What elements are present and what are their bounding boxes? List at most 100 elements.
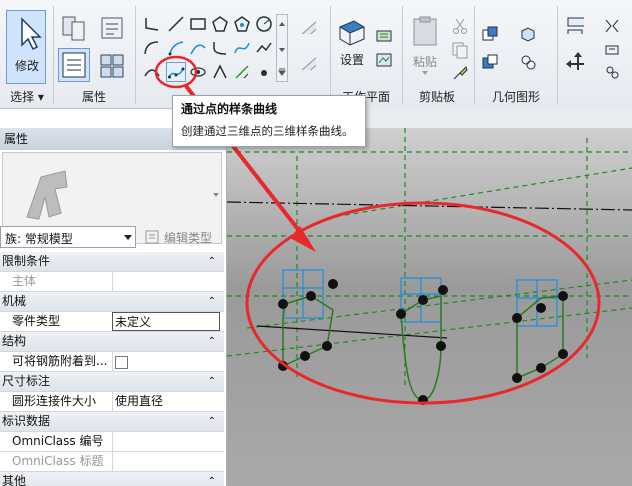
show-work-plane-tool[interactable] [374,26,394,46]
category-parameters-icon [101,17,123,39]
pick-point-tool[interactable] [232,62,252,82]
join-geometry-icon [482,26,498,41]
category-identity-data[interactable]: 标识数据 ⌃ [0,412,224,432]
drawing-viewport[interactable] [227,128,632,486]
circumscribed-polygon-tool[interactable] [232,14,252,34]
chevron-down-icon [422,71,428,75]
paint-icon [521,55,536,70]
diagonal-line-icon [168,16,184,32]
tooltip-description: 创建通过三维点的三维样条曲线。 [181,124,354,138]
collapse-icon: ⌃ [207,376,216,387]
category-constraints[interactable]: 限制条件 ⌃ [0,252,224,272]
move-tool[interactable] [564,50,592,78]
category-dimensions[interactable]: 尺寸标注 ⌃ [0,372,224,392]
prop-connector-size: 圆形连接件大小 使用直径 [0,392,224,412]
scissors-icon [453,18,467,34]
align-tool[interactable] [564,14,592,42]
spline-tool[interactable] [232,38,252,58]
model-canvas [227,128,632,405]
viewer-icon [376,53,392,67]
viewer-tool[interactable] [374,50,394,70]
reference-line-icon [301,57,316,70]
clipboard-paste-icon [413,16,437,46]
split-face-icon [521,27,535,42]
prop-rebar-attach: 可将钢筋附着到... [0,352,224,372]
edit-type-icon [145,230,159,244]
copy-tool[interactable] [450,40,470,60]
draw-gallery-scroll[interactable] [276,14,288,82]
pick-faces-tool[interactable] [210,62,230,82]
connector-size-field[interactable]: 使用直径 [112,392,220,411]
rebar-attach-checkbox[interactable] [115,356,128,369]
collapse-icon: ⌃ [207,476,216,486]
properties-icon [62,52,86,78]
model-line-tool[interactable] [296,14,324,42]
prop-omniclass-number: OmniClass 编号 [0,432,224,452]
category-structural[interactable]: 结构 ⌃ [0,332,224,352]
chevron-down-icon [213,193,219,197]
omniclass-number-field[interactable] [112,432,220,451]
prop-part-type: 零件类型 未定义 [0,312,224,332]
part-type-field[interactable]: 未定义 [112,312,220,331]
ribbon-separator [557,6,558,104]
spline-icon [234,42,250,54]
category-parameters-button[interactable] [96,12,126,42]
copy-element-tool[interactable] [602,62,622,82]
tooltip-title: 通过点的样条曲线 [181,102,278,116]
align-icon [567,17,584,34]
split-face-tool[interactable] [518,24,538,44]
ribbon: 修改 选择 ▾ 属性 设置 工作平面 [0,0,632,109]
category-other[interactable]: 其他 ⌃ [0,472,224,486]
join-geometry-tool[interactable] [480,24,500,44]
point-element-tool[interactable] [254,62,274,82]
collapse-icon: ⌃ [207,416,216,427]
modify-button[interactable]: 修改 [6,10,46,84]
match-properties-tool[interactable] [450,62,470,82]
line-tool[interactable] [142,14,162,34]
scroll-down-icon [279,48,285,52]
category-mechanical[interactable]: 机械 ⌃ [0,292,224,312]
circle-icon [256,16,272,32]
fillet-arc-icon [213,42,227,55]
properties-group-label: 属性 [81,90,106,104]
settings-label: 设置 [340,53,365,67]
copy-element-icon [606,66,619,79]
mirror-icon [605,19,619,33]
type-selector[interactable]: 族: 常规模型 [0,226,136,248]
fillet-arc-tool[interactable] [210,38,230,58]
rectangle-tool[interactable] [188,14,208,34]
settings-button[interactable]: 设置 [334,14,368,70]
ellipse-tool[interactable] [254,38,274,58]
ribbon-separator [474,6,475,104]
mirror-tool[interactable] [602,16,622,36]
pick-face-icon [213,64,227,79]
cursor-arrow-icon [21,17,42,51]
ribbon-separator [53,6,54,104]
circle-tool[interactable] [254,14,274,34]
work-plane-settings-icon [338,20,366,46]
paint-tool[interactable] [518,52,538,72]
select-group-label[interactable]: 选择 ▾ [4,88,50,106]
paste-label: 粘贴 [413,55,438,69]
line-diagonal-tool[interactable] [166,14,186,34]
paste-button[interactable]: 粘贴 [406,12,442,78]
cut-geometry-tool[interactable] [480,52,500,72]
reference-line-tool[interactable] [296,50,324,78]
gallery-expand-icon [278,68,286,76]
polygon-icon [212,16,228,32]
ribbon-separator [402,6,403,104]
offset-icon [605,45,619,55]
edit-type-button[interactable]: 编辑类型 [142,226,224,248]
type-properties-button[interactable] [96,48,128,82]
prop-host: 主体 [0,272,224,292]
ellipse-icon [256,42,272,53]
family-types-button[interactable] [58,12,88,42]
cut-tool[interactable] [450,16,470,36]
pick-point-icon [235,65,249,79]
collapse-icon: ⌃ [207,256,216,267]
polygon-tool[interactable] [210,14,230,34]
point-icon [261,70,267,76]
tooltip: 通过点的样条曲线 创建通过三维点的三维样条曲线。 [172,95,366,147]
offset-tool[interactable] [602,40,622,60]
properties-button[interactable] [58,48,90,82]
